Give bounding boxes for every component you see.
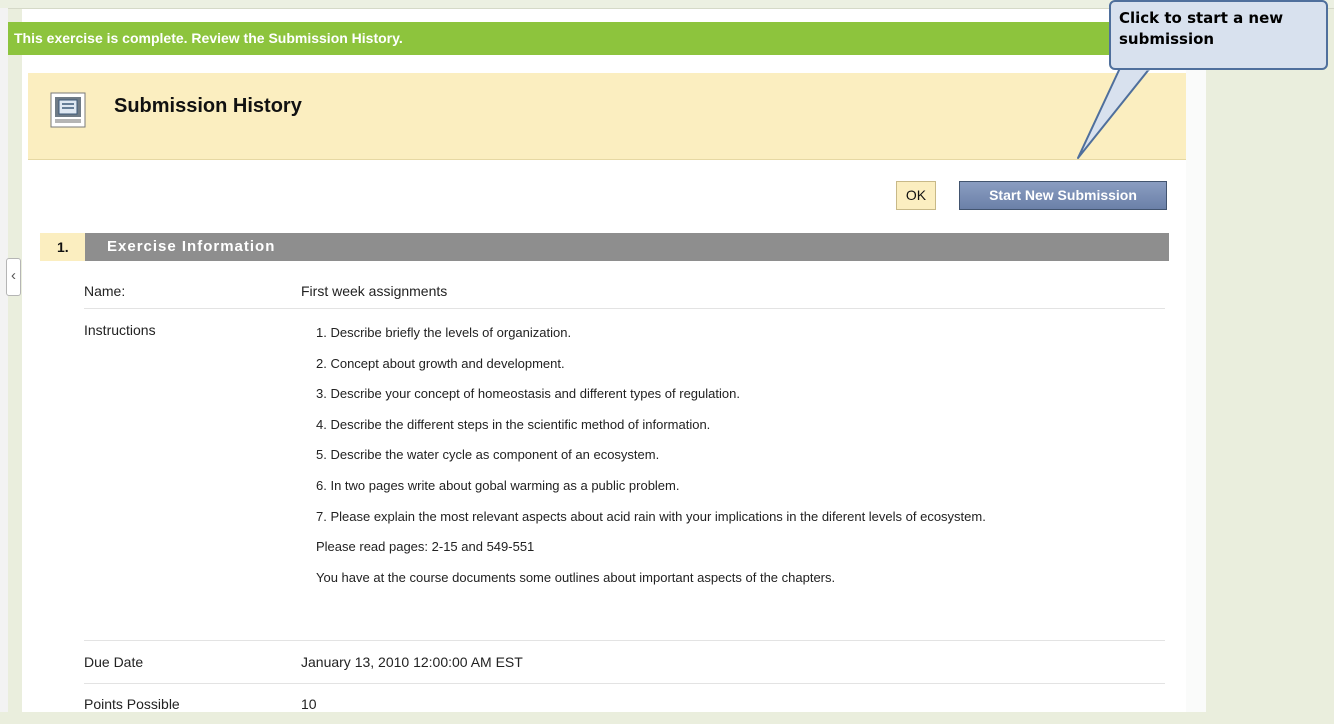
instruction-item: 3. Describe your concept of homeostasis … (316, 386, 740, 402)
instruction-item: 5. Describe the water cycle as component… (316, 447, 660, 463)
instruction-item: 4. Describe the different steps in the s… (316, 416, 711, 432)
field-row-name: Name: First week assignments (84, 270, 1165, 309)
instruction-item: You have at the course documents some ou… (316, 569, 836, 585)
field-value: 10 (301, 696, 317, 712)
field-label: Due Date (84, 654, 144, 670)
collapse-menu-chevron-left-icon[interactable]: ‹ (6, 258, 21, 296)
submission-page-icon (50, 92, 86, 128)
ok-button[interactable]: OK (896, 181, 936, 210)
section-number: 1. (40, 233, 85, 261)
instruction-item: 2. Concept about growth and development. (316, 355, 565, 371)
completion-banner: This exercise is complete. Review the Su… (8, 22, 1168, 55)
start-new-submission-button[interactable]: Start New Submission (959, 181, 1167, 210)
field-value: January 13, 2010 12:00:00 AM EST (301, 654, 523, 670)
field-value: First week assignments (301, 283, 448, 299)
section-title: Exercise Information (107, 238, 276, 255)
instruction-item: Please read pages: 2-15 and 549-551 (316, 539, 535, 555)
left-gutter (0, 8, 8, 712)
callout-pointer (1077, 67, 1151, 159)
help-callout: Click to start a new submission (1109, 0, 1328, 70)
field-row-due-date: Due Date January 13, 2010 12:00:00 AM ES… (84, 641, 1165, 684)
field-label: Name: (84, 283, 126, 299)
instruction-item: 1. Describe briefly the levels of organi… (316, 325, 572, 340)
field-label: Instructions (84, 322, 156, 338)
page-header: Submission History (28, 73, 1186, 160)
instruction-item: 7. Please explain the most relevant aspe… (316, 508, 986, 524)
section-header-exercise-information: 1. Exercise Information (40, 233, 1169, 261)
field-row-points: Points Possible 10 (84, 684, 1165, 724)
instruction-item: 6. In two pages write about gobal warmin… (316, 477, 680, 493)
page-title: Submission History (114, 95, 302, 117)
instructions-list: 1. Describe briefly the levels of organi… (316, 325, 986, 600)
field-row-instructions: Instructions 1. Describe briefly the lev… (84, 309, 1165, 641)
field-label: Points Possible (84, 696, 180, 712)
